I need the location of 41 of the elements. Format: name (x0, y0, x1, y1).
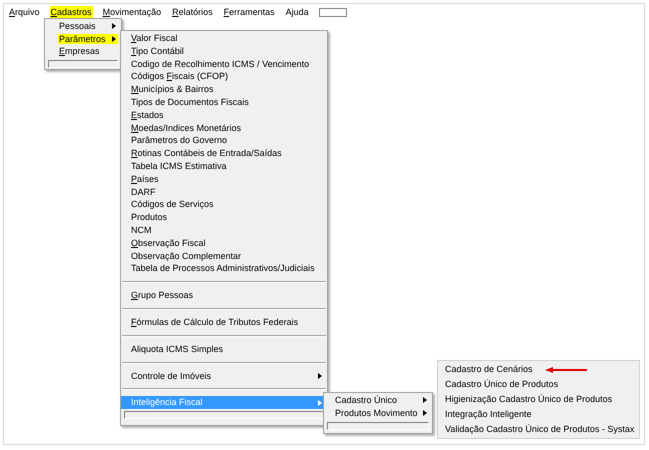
menu-item[interactable]: Pessoais (45, 20, 121, 32)
menu-item[interactable]: Códigos Fiscais (CFOP) (121, 70, 327, 84)
menu-item[interactable]: Cadastro Único (324, 394, 432, 407)
menu-item[interactable]: Higienização Cadastro Único de Produtos (445, 392, 612, 407)
menu-item[interactable]: Validação Cadastro Único de Produtos - Systax (445, 422, 634, 437)
menu-item[interactable]: Estados (121, 108, 327, 122)
menu-bar-item[interactable]: Arquivo (8, 6, 41, 18)
menu-item[interactable]: Cadastro Único de Produtos (445, 377, 558, 392)
menu-item[interactable]: Fórmulas de Cálculo de Tributos Federais (121, 316, 327, 329)
menu-item[interactable]: Integração Inteligente (445, 407, 532, 422)
menu-item[interactable]: Empresas (45, 45, 121, 58)
menu-item[interactable]: Produtos Movimento (324, 406, 432, 420)
menu-item[interactable]: Tipo Contábil (121, 44, 327, 58)
menu-item[interactable]: Códigos de Serviços (121, 198, 327, 212)
menu-item[interactable]: Parâmetros do Governo (121, 134, 327, 148)
menu-item[interactable]: Municípios & Bairros (121, 83, 327, 96)
menu-item[interactable]: Moedas/Indices Monetários (121, 122, 327, 134)
menu-item[interactable]: Aliquota ICMS Simples (121, 342, 327, 356)
menu-item[interactable]: Tabela de Processos Administrativos/Judiciais (121, 262, 327, 276)
submenu-arrow-icon (318, 400, 322, 406)
menu-bar-item[interactable]: Cadastros (50, 6, 93, 18)
menu-item[interactable]: Grupo Pessoas (121, 289, 327, 302)
menu-item[interactable]: Observação Complementar (121, 250, 327, 262)
menu-item[interactable]: Países (121, 172, 327, 186)
menu-item[interactable]: Observação Fiscal (121, 236, 327, 250)
menu-item[interactable]: Cadastro de Cenários (445, 362, 533, 377)
submenu-arrow-icon (318, 372, 322, 379)
menu-bar-item[interactable]: Movimentação (102, 6, 162, 18)
empty-box (318, 8, 347, 16)
menu-item[interactable]: Rotinas Contábeis de Entrada/Saídas (121, 147, 327, 160)
menu-item[interactable]: Controle de Imóveis (121, 370, 327, 382)
menu-item[interactable]: Codigo de Recolhimento ICMS / Vencimento (121, 58, 327, 70)
menu-item[interactable]: NCM (121, 224, 327, 237)
menu-bar-item[interactable]: Ferramentas (222, 6, 276, 18)
menu-item[interactable]: Tipos de Documentos Fiscais (121, 96, 327, 109)
menu-item[interactable]: Produtos (121, 211, 327, 224)
menu-bar-item[interactable]: Relatórios (171, 6, 214, 18)
menu-item[interactable]: Valor Fiscal (121, 32, 327, 45)
menu-item[interactable]: DARF (121, 186, 327, 198)
menu-bar-item[interactable]: Ajuda (284, 6, 310, 18)
menu-item[interactable]: Tabela ICMS Estimativa (121, 160, 327, 173)
